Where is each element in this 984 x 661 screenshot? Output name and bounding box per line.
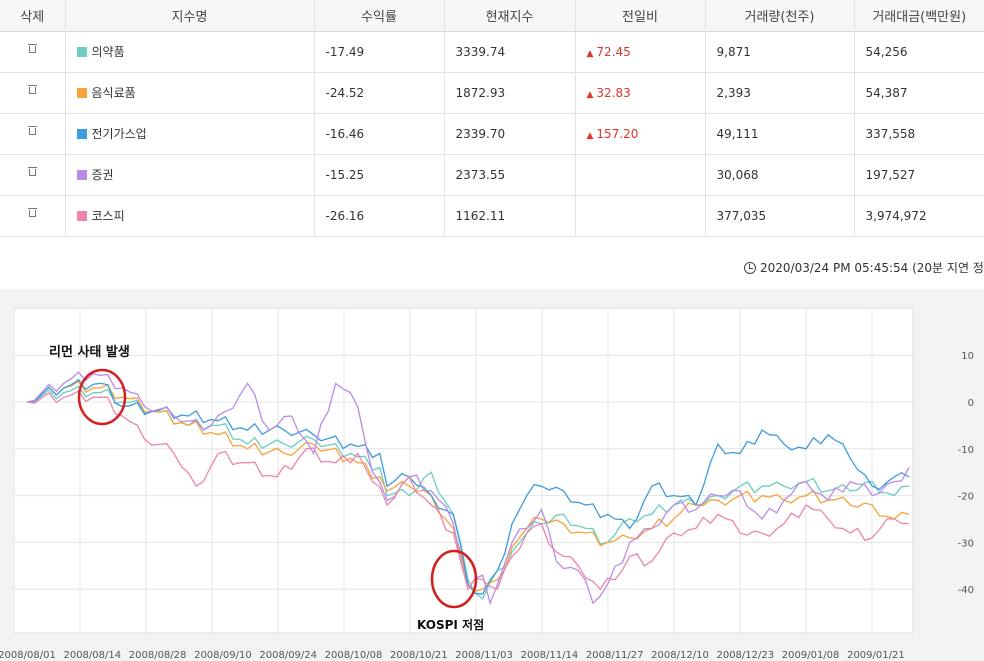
x-tick-label: 2008/11/27	[586, 650, 644, 661]
y-tick-label: -30	[958, 538, 974, 549]
plot-area	[13, 307, 914, 634]
y-tick-label: -10	[958, 445, 974, 456]
y-tick-label: -20	[958, 492, 974, 503]
x-tick-label: 2008/09/10	[194, 650, 252, 661]
x-tick-label: 2008/12/23	[716, 650, 774, 661]
index-line-chart: 2008/08/01 2008/08/14 2008/08/28 2008/09/10…	[0, 307, 974, 661]
x-tick-label: 2008/09/24	[259, 650, 317, 661]
lehman-annotation: 리먼 사태 발생	[49, 344, 130, 360]
x-tick-label: 2008/11/03	[455, 650, 513, 661]
x-tick-label: 2008/12/10	[651, 650, 709, 661]
x-tick-label: 2008/08/01	[0, 650, 56, 661]
y-tick-label: 0	[968, 398, 974, 409]
x-tick-label: 2008/10/08	[325, 650, 383, 661]
x-tick-label: 2009/01/08	[782, 650, 840, 661]
x-tick-label: 2008/08/14	[63, 650, 121, 661]
x-tick-label: 2008/10/21	[390, 650, 448, 661]
y-tick-label: 10	[961, 351, 974, 362]
x-tick-label: 2008/11/14	[521, 650, 579, 661]
y-tick-label: -40	[958, 585, 974, 596]
kospi-low-annotation: KOSPI 저점	[417, 617, 484, 632]
x-tick-label: 2009/01/21	[847, 650, 905, 661]
x-tick-label: 2008/08/28	[129, 650, 187, 661]
